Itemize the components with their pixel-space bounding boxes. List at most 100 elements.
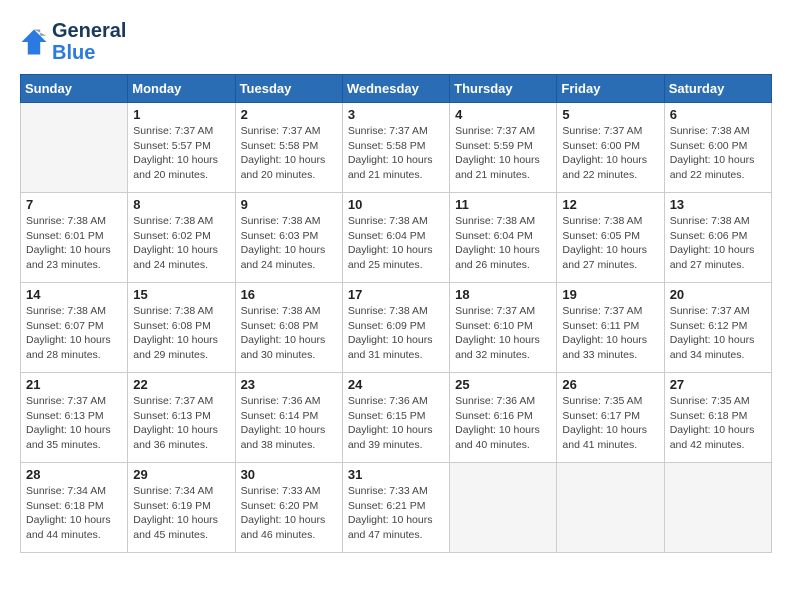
day-number: 13	[670, 197, 766, 212]
day-number: 16	[241, 287, 337, 302]
day-number: 11	[455, 197, 551, 212]
day-number: 31	[348, 467, 444, 482]
day-number: 21	[26, 377, 122, 392]
day-info: Sunrise: 7:36 AMSunset: 6:14 PMDaylight:…	[241, 394, 337, 453]
day-header-monday: Monday	[128, 75, 235, 103]
day-number: 25	[455, 377, 551, 392]
calendar-cell: 3 Sunrise: 7:37 AMSunset: 5:58 PMDaylight…	[342, 103, 449, 193]
day-info: Sunrise: 7:37 AMSunset: 6:00 PMDaylight:…	[562, 124, 658, 183]
calendar-cell: 17 Sunrise: 7:38 AMSunset: 6:09 PMDayligh…	[342, 283, 449, 373]
day-number: 1	[133, 107, 229, 122]
day-number: 2	[241, 107, 337, 122]
calendar-cell: 22 Sunrise: 7:37 AMSunset: 6:13 PMDayligh…	[128, 373, 235, 463]
calendar-cell: 19 Sunrise: 7:37 AMSunset: 6:11 PMDayligh…	[557, 283, 664, 373]
day-info: Sunrise: 7:38 AMSunset: 6:08 PMDaylight:…	[133, 304, 229, 363]
day-number: 20	[670, 287, 766, 302]
day-info: Sunrise: 7:38 AMSunset: 6:02 PMDaylight:…	[133, 214, 229, 273]
day-info: Sunrise: 7:38 AMSunset: 6:05 PMDaylight:…	[562, 214, 658, 273]
calendar-cell: 31Sunrise: 7:33 AMSunset: 6:21 PMDayligh…	[342, 463, 449, 553]
calendar-cell: 9Sunrise: 7:38 AMSunset: 6:03 PMDaylight…	[235, 193, 342, 283]
calendar-cell: 29Sunrise: 7:34 AMSunset: 6:19 PMDayligh…	[128, 463, 235, 553]
day-info: Sunrise: 7:35 AMSunset: 6:17 PMDaylight:…	[562, 394, 658, 453]
day-info: Sunrise: 7:37 AMSunset: 6:12 PMDaylight:…	[670, 304, 766, 363]
day-info: Sunrise: 7:35 AMSunset: 6:18 PMDaylight:…	[670, 394, 766, 453]
calendar-cell: 20 Sunrise: 7:37 AMSunset: 6:12 PMDayligh…	[664, 283, 771, 373]
day-info: Sunrise: 7:38 AMSunset: 6:08 PMDaylight:…	[241, 304, 337, 363]
calendar-body: 1 Sunrise: 7:37 AMSunset: 5:57 PMDaylight…	[21, 103, 772, 553]
logo-icon	[20, 28, 48, 56]
day-info: Sunrise: 7:38 AMSunset: 6:03 PMDaylight:…	[241, 214, 337, 273]
calendar-cell: 4Sunrise: 7:37 AMSunset: 5:59 PMDaylight…	[450, 103, 557, 193]
day-number: 7	[26, 197, 122, 212]
day-info: Sunrise: 7:38 AMSunset: 6:00 PMDaylight:…	[670, 124, 766, 183]
calendar-cell: 18 Sunrise: 7:37 AMSunset: 6:10 PMDayligh…	[450, 283, 557, 373]
day-info: Sunrise: 7:37 AMSunset: 6:13 PMDaylight:…	[133, 394, 229, 453]
calendar-cell: 27 Sunrise: 7:35 AMSunset: 6:18 PMDayligh…	[664, 373, 771, 463]
calendar-cell: 14 Sunrise: 7:38 AMSunset: 6:07 PMDayligh…	[21, 283, 128, 373]
day-number: 3	[348, 107, 444, 122]
day-number: 30	[241, 467, 337, 482]
day-header-tuesday: Tuesday	[235, 75, 342, 103]
day-number: 26	[562, 377, 658, 392]
days-header: SundayMondayTuesdayWednesdayThursdayFrid…	[21, 75, 772, 103]
calendar-cell: 16 Sunrise: 7:38 AMSunset: 6:08 PMDayligh…	[235, 283, 342, 373]
day-number: 27	[670, 377, 766, 392]
calendar-cell: 1 Sunrise: 7:37 AMSunset: 5:57 PMDaylight…	[128, 103, 235, 193]
calendar-cell: 6 Sunrise: 7:38 AMSunset: 6:00 PMDaylight…	[664, 103, 771, 193]
page-header: General Blue	[20, 20, 772, 64]
day-info: Sunrise: 7:37 AMSunset: 6:11 PMDaylight:…	[562, 304, 658, 363]
day-info: Sunrise: 7:33 AMSunset: 6:20 PMDaylight:…	[241, 484, 337, 543]
week-row-4: 21 Sunrise: 7:37 AMSunset: 6:13 PMDayligh…	[21, 373, 772, 463]
day-number: 19	[562, 287, 658, 302]
day-number: 15	[133, 287, 229, 302]
day-number: 14	[26, 287, 122, 302]
calendar-cell: 26 Sunrise: 7:35 AMSunset: 6:17 PMDayligh…	[557, 373, 664, 463]
week-row-1: 1 Sunrise: 7:37 AMSunset: 5:57 PMDaylight…	[21, 103, 772, 193]
calendar-cell	[557, 463, 664, 553]
logo: General Blue	[20, 20, 126, 64]
day-info: Sunrise: 7:34 AMSunset: 6:19 PMDaylight:…	[133, 484, 229, 543]
calendar-cell: 10Sunrise: 7:38 AMSunset: 6:04 PMDayligh…	[342, 193, 449, 283]
day-header-wednesday: Wednesday	[342, 75, 449, 103]
day-number: 18	[455, 287, 551, 302]
logo-line1: General	[52, 20, 126, 42]
day-info: Sunrise: 7:37 AMSunset: 5:58 PMDaylight:…	[348, 124, 444, 183]
day-info: Sunrise: 7:37 AMSunset: 5:59 PMDaylight:…	[455, 124, 551, 183]
day-info: Sunrise: 7:37 AMSunset: 6:10 PMDaylight:…	[455, 304, 551, 363]
day-number: 22	[133, 377, 229, 392]
day-number: 17	[348, 287, 444, 302]
day-info: Sunrise: 7:36 AMSunset: 6:16 PMDaylight:…	[455, 394, 551, 453]
day-info: Sunrise: 7:38 AMSunset: 6:04 PMDaylight:…	[455, 214, 551, 273]
calendar-cell: 2 Sunrise: 7:37 AMSunset: 5:58 PMDaylight…	[235, 103, 342, 193]
calendar-cell: 28Sunrise: 7:34 AMSunset: 6:18 PMDayligh…	[21, 463, 128, 553]
week-row-5: 28Sunrise: 7:34 AMSunset: 6:18 PMDayligh…	[21, 463, 772, 553]
calendar-cell: 12 Sunrise: 7:38 AMSunset: 6:05 PMDayligh…	[557, 193, 664, 283]
calendar-cell: 5 Sunrise: 7:37 AMSunset: 6:00 PMDaylight…	[557, 103, 664, 193]
calendar-cell	[450, 463, 557, 553]
day-info: Sunrise: 7:38 AMSunset: 6:07 PMDaylight:…	[26, 304, 122, 363]
week-row-2: 7Sunrise: 7:38 AMSunset: 6:01 PMDaylight…	[21, 193, 772, 283]
day-number: 12	[562, 197, 658, 212]
day-header-sunday: Sunday	[21, 75, 128, 103]
day-number: 10	[348, 197, 444, 212]
day-header-saturday: Saturday	[664, 75, 771, 103]
day-info: Sunrise: 7:37 AMSunset: 5:58 PMDaylight:…	[241, 124, 337, 183]
calendar-cell: 8Sunrise: 7:38 AMSunset: 6:02 PMDaylight…	[128, 193, 235, 283]
calendar-cell: 7Sunrise: 7:38 AMSunset: 6:01 PMDaylight…	[21, 193, 128, 283]
calendar-cell	[21, 103, 128, 193]
calendar-cell: 24Sunrise: 7:36 AMSunset: 6:15 PMDayligh…	[342, 373, 449, 463]
calendar-cell: 25 Sunrise: 7:36 AMSunset: 6:16 PMDayligh…	[450, 373, 557, 463]
logo-line2: Blue	[52, 42, 126, 64]
day-header-thursday: Thursday	[450, 75, 557, 103]
calendar-cell: 15 Sunrise: 7:38 AMSunset: 6:08 PMDayligh…	[128, 283, 235, 373]
day-header-friday: Friday	[557, 75, 664, 103]
calendar-cell: 30 Sunrise: 7:33 AMSunset: 6:20 PMDayligh…	[235, 463, 342, 553]
day-number: 6	[670, 107, 766, 122]
calendar-cell: 23Sunrise: 7:36 AMSunset: 6:14 PMDayligh…	[235, 373, 342, 463]
day-info: Sunrise: 7:38 AMSunset: 6:09 PMDaylight:…	[348, 304, 444, 363]
calendar-cell	[664, 463, 771, 553]
day-number: 24	[348, 377, 444, 392]
day-info: Sunrise: 7:37 AMSunset: 5:57 PMDaylight:…	[133, 124, 229, 183]
day-number: 5	[562, 107, 658, 122]
day-info: Sunrise: 7:38 AMSunset: 6:06 PMDaylight:…	[670, 214, 766, 273]
